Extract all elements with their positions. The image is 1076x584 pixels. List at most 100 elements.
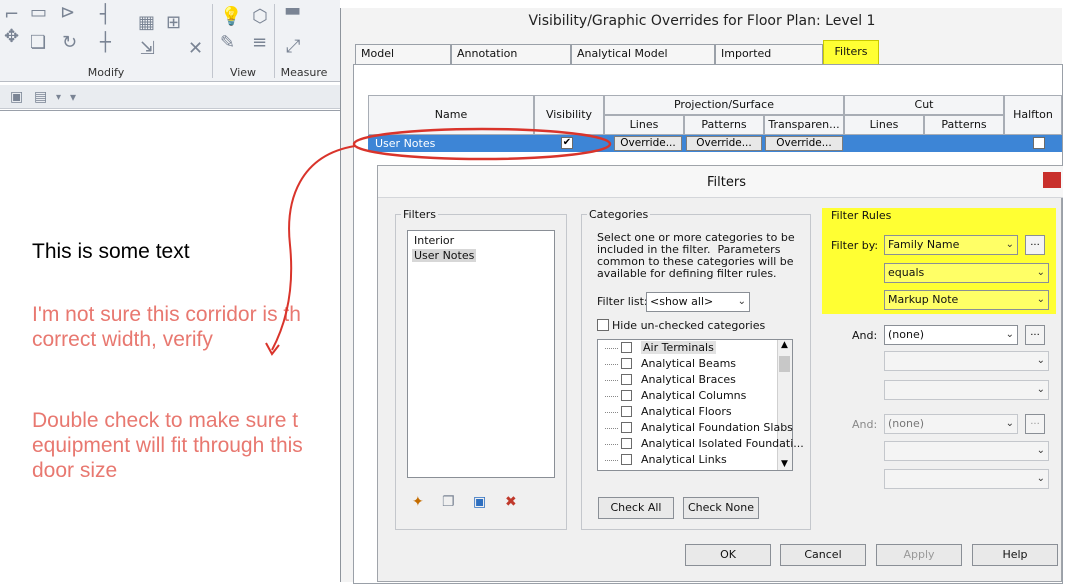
column-header-halftone[interactable]: Halfton xyxy=(1004,95,1062,135)
list-item[interactable]: Analytical Foundation Slabs xyxy=(641,421,793,434)
rotate-icon[interactable]: ↻ xyxy=(62,34,77,52)
override-icon[interactable]: ⬡ xyxy=(252,8,268,26)
dialog-title: Visibility/Graphic Overrides for Floor P… xyxy=(528,13,876,29)
duplicate-filter-icon[interactable]: ❐ xyxy=(442,493,455,511)
category-checkbox[interactable] xyxy=(621,406,632,417)
column-header-lines[interactable]: Lines xyxy=(604,115,684,135)
properties-icon[interactable]: ▣ xyxy=(10,88,23,106)
close-icon[interactable] xyxy=(1043,172,1061,188)
more-button[interactable]: ... xyxy=(1025,235,1045,255)
override-lines-button[interactable]: Override... xyxy=(614,136,682,151)
and-value-select[interactable]: ⌄ xyxy=(884,380,1049,400)
and-operator-select-2[interactable]: ⌄ xyxy=(884,441,1049,461)
more-button[interactable]: ... xyxy=(1025,414,1045,434)
chevron-down-icon: ⌄ xyxy=(1036,267,1045,278)
array-icon[interactable]: ▦ xyxy=(138,14,155,32)
chevron-up-icon[interactable]: ▲ xyxy=(781,340,788,350)
offset-icon[interactable]: ▭ xyxy=(30,4,47,22)
type-selector-icon[interactable]: ▤ xyxy=(34,88,47,106)
filters-list[interactable] xyxy=(407,230,555,478)
rename-filter-icon[interactable]: ▣ xyxy=(473,493,486,511)
list-item[interactable]: Air Terminals xyxy=(641,341,716,354)
category-checkbox[interactable] xyxy=(621,454,632,465)
column-header-name[interactable]: Name xyxy=(368,95,534,135)
category-checkbox[interactable] xyxy=(621,390,632,401)
help-button[interactable]: Help xyxy=(972,544,1058,566)
scrollbar-thumb[interactable] xyxy=(779,356,790,372)
dimension-icon[interactable]: ⤢ xyxy=(286,38,300,56)
filters-group-label: Filters xyxy=(401,208,438,221)
list-item-selected[interactable]: User Notes xyxy=(412,249,477,262)
list-item[interactable]: Analytical Isolated Foundati... xyxy=(641,437,804,450)
chevron-down-icon[interactable]: ▼ xyxy=(781,459,788,469)
list-item[interactable]: Analytical Beams xyxy=(641,357,736,370)
column-header-patterns[interactable]: Patterns xyxy=(684,115,764,135)
check-none-button[interactable]: Check None xyxy=(683,497,759,519)
column-header-visibility[interactable]: Visibility xyxy=(534,95,604,135)
new-filter-icon[interactable]: ✦ xyxy=(412,493,424,511)
categories-group-label: Categories xyxy=(587,208,651,221)
delete-filter-icon[interactable]: ✖ xyxy=(505,493,517,511)
category-checkbox[interactable] xyxy=(621,342,632,353)
and-operator-select[interactable]: ⌄ xyxy=(884,351,1049,371)
trim-icon[interactable]: ┤ xyxy=(100,6,111,24)
drawing-canvas[interactable]: This is some text I'm not sure this corr… xyxy=(0,110,340,582)
halftone-checkbox[interactable] xyxy=(1033,137,1045,149)
filter-list-select[interactable]: <show all> ⌄ xyxy=(646,292,750,312)
list-item[interactable]: Interior xyxy=(414,234,454,247)
delete-icon[interactable]: ✕ xyxy=(188,40,203,58)
copy-icon[interactable]: ❏ xyxy=(30,34,46,52)
category-checkbox[interactable] xyxy=(621,374,632,385)
align-icon[interactable]: ⌐ xyxy=(4,6,19,24)
list-item[interactable]: Analytical Floors xyxy=(641,405,732,418)
linework-icon[interactable]: ✎ xyxy=(220,34,235,52)
pin-icon[interactable]: ⊞ xyxy=(166,14,181,32)
mirror-icon[interactable]: ⊳ xyxy=(60,4,75,22)
column-header-projection-surface: Projection/Surface xyxy=(604,95,844,115)
text-note-plain[interactable]: This is some text xyxy=(32,239,190,264)
column-header-cut-patterns[interactable]: Patterns xyxy=(924,115,1004,135)
column-header-cut-lines[interactable]: Lines xyxy=(844,115,924,135)
and-filter-select[interactable]: (none) ⌄ xyxy=(884,325,1018,345)
override-patterns-button[interactable]: Override... xyxy=(686,136,762,151)
visibility-checkbox[interactable]: ✔ xyxy=(561,137,573,149)
hide-unchecked-checkbox[interactable] xyxy=(597,319,609,331)
menu-down-icon[interactable]: ▾ xyxy=(70,88,76,106)
split-icon[interactable]: ┼ xyxy=(100,34,111,52)
tab-imported-categories[interactable]: Imported Categories xyxy=(715,44,823,78)
move-icon[interactable]: ✥ xyxy=(4,28,19,46)
category-checkbox[interactable] xyxy=(621,358,632,369)
category-checkbox[interactable] xyxy=(621,422,632,433)
column-header-transparency[interactable]: Transparen... xyxy=(764,115,844,135)
chevron-down-icon[interactable]: ▾ xyxy=(56,89,61,107)
list-item[interactable]: Analytical Columns xyxy=(641,389,746,402)
operator-select[interactable]: equals ⌄ xyxy=(884,263,1049,283)
measure-icon[interactable]: ▬ xyxy=(284,2,301,20)
chevron-down-icon: ⌄ xyxy=(1036,473,1045,484)
filter-by-select[interactable]: Family Name ⌄ xyxy=(884,235,1018,255)
cancel-button[interactable]: Cancel xyxy=(780,544,866,566)
tab-annotation-categories[interactable]: Annotation Categories xyxy=(451,44,571,78)
tab-analytical-model-categories[interactable]: Analytical Model Categories xyxy=(571,44,715,78)
and-label: And: xyxy=(852,329,878,342)
column-header-cut: Cut xyxy=(844,95,1004,115)
list-item[interactable]: Analytical Braces xyxy=(641,373,736,386)
and-filter-select-2[interactable]: (none) ⌄ xyxy=(884,414,1018,434)
list-item[interactable]: Analytical Links xyxy=(641,453,727,466)
check-all-button[interactable]: Check All xyxy=(598,497,674,519)
filters-dialog-title: Filters xyxy=(707,175,746,190)
ok-button[interactable]: OK xyxy=(685,544,771,566)
and-value-select-2[interactable]: ⌄ xyxy=(884,469,1049,489)
hide-element-icon[interactable]: 💡 xyxy=(220,8,242,26)
tab-model-categories[interactable]: Model Categories xyxy=(355,44,451,78)
category-checkbox[interactable] xyxy=(621,438,632,449)
text-note-corridor[interactable]: I'm not sure this corridor is th correct… xyxy=(32,302,301,352)
filter-row-name[interactable]: User Notes xyxy=(375,137,435,150)
apply-button[interactable]: Apply xyxy=(876,544,962,566)
thin-lines-icon[interactable]: ≡ xyxy=(252,34,267,52)
text-note-door[interactable]: Double check to make sure t equipment wi… xyxy=(32,408,303,483)
rule-value-select[interactable]: Markup Note ⌄ xyxy=(884,290,1049,310)
more-button[interactable]: ... xyxy=(1025,325,1045,345)
scale-icon[interactable]: ⇲ xyxy=(140,40,155,58)
override-transparency-button[interactable]: Override... xyxy=(765,136,843,151)
